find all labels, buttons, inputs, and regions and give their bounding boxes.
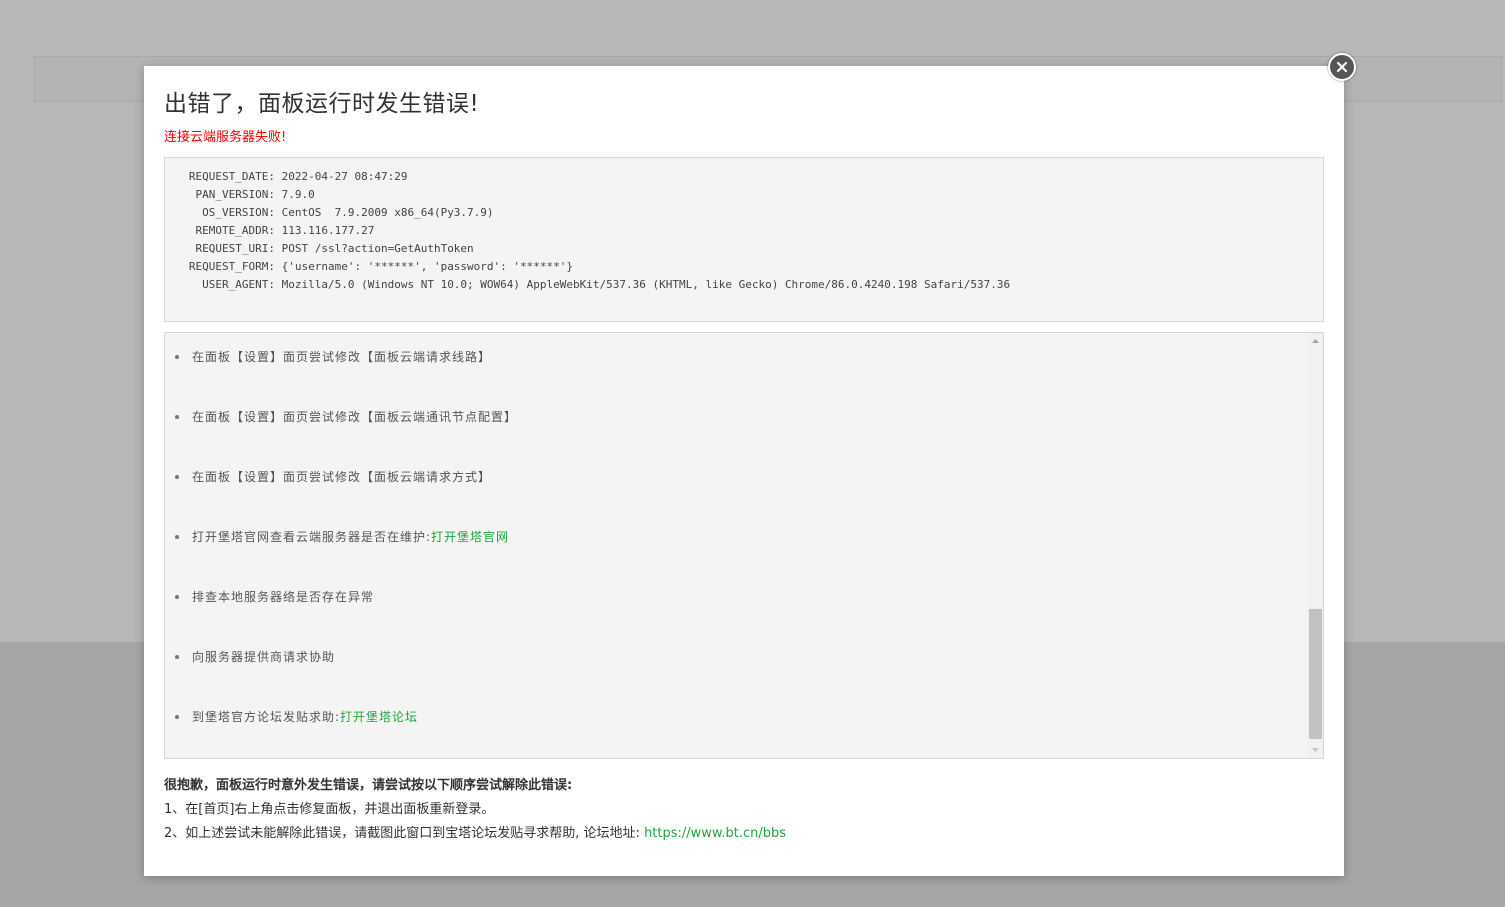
info-key: USER_AGENT: xyxy=(202,278,275,291)
footer-heading: 很抱歉，面板运行时意外发生错误，请尝试按以下顺序尝试解除此错误: xyxy=(164,778,573,793)
info-value: Mozilla/5.0 (Windows NT 10.0; WOW64) App… xyxy=(281,278,1011,291)
bt-website-link[interactable]: 打开堡塔官网 xyxy=(431,530,509,544)
list-item: 在面板【设置】面页尝试修改【面板云端请求方式】 xyxy=(175,467,491,487)
list-item: 排查本地服务器络是否存在异常 xyxy=(175,587,374,607)
info-line-request-uri: REQUEST_URI: POST /ssl?action=GetAuthTok… xyxy=(175,240,1313,258)
info-value: POST /ssl?action=GetAuthToken xyxy=(281,242,474,255)
bullet-icon xyxy=(175,354,179,359)
info-value: CentOS 7.9.2009 x86_64(Py3.7.9) xyxy=(281,206,494,219)
info-key: REQUEST_FORM: xyxy=(188,260,275,273)
footer-step-2: 2、如上述尝试未能解除此错误，请截图此窗口到宝塔论坛发贴寻求帮助, 论坛地址: … xyxy=(164,822,1324,846)
info-line-os-version: OS_VERSION: CentOS 7.9.2009 x86_64(Py3.7… xyxy=(175,204,1313,222)
list-item: 到堡塔官方论坛发贴求助:打开堡塔论坛 xyxy=(175,707,418,727)
info-key: REQUEST_URI: xyxy=(195,242,275,255)
forum-url-link[interactable]: https://www.bt.cn/bbs xyxy=(644,826,786,841)
footer-step-2-text: 2、如上述尝试未能解除此错误，请截图此窗口到宝塔论坛发贴寻求帮助, 论坛地址: xyxy=(164,826,640,841)
info-key: OS_VERSION: xyxy=(202,206,275,219)
info-value: 7.9.0 xyxy=(281,188,315,201)
info-value: 113.116.177.27 xyxy=(281,224,375,237)
info-line-request-form: REQUEST_FORM: {'username': '******', 'pa… xyxy=(175,258,1313,276)
dialog-title: 出错了，面板运行时发生错误! xyxy=(164,91,480,117)
list-item: 在面板【设置】面页尝试修改【面板云端通讯节点配置】 xyxy=(175,407,517,427)
bullet-icon xyxy=(175,414,179,419)
info-line-user-agent: USER_AGENT: Mozilla/5.0 (Windows NT 10.0… xyxy=(175,276,1313,294)
info-line-pan-version: PAN_VERSION: 7.9.0 xyxy=(175,186,1313,204)
info-key: REQUEST_DATE: xyxy=(188,170,275,183)
help-list-box[interactable]: 在面板【设置】面页尝试修改【面板云端请求线路】 在面板【设置】面页尝试修改【面板… xyxy=(164,332,1324,759)
list-item: 在面板【设置】面页尝试修改【面板云端请求线路】 xyxy=(175,347,491,367)
help-text: 在面板【设置】面页尝试修改【面板云端通讯节点配置】 xyxy=(192,410,518,424)
vertical-scrollbar[interactable] xyxy=(1307,333,1323,758)
request-info-box: REQUEST_DATE: 2022-04-27 08:47:29 PAN_VE… xyxy=(164,157,1324,322)
bullet-icon xyxy=(175,714,179,719)
help-text: 排查本地服务器络是否存在异常 xyxy=(192,590,375,604)
bullet-icon xyxy=(175,534,179,539)
info-key: PAN_VERSION: xyxy=(195,188,275,201)
bullet-icon xyxy=(175,654,179,659)
dialog-footer: 很抱歉，面板运行时意外发生错误，请尝试按以下顺序尝试解除此错误: 1、在[首页]… xyxy=(164,774,1324,846)
bt-forum-link[interactable]: 打开堡塔论坛 xyxy=(340,710,418,724)
info-value: 2022-04-27 08:47:29 xyxy=(281,170,408,183)
list-item: 打开堡塔官网查看云端服务器是否在维护:打开堡塔官网 xyxy=(175,527,509,547)
info-value: {'username': '******', 'password': '****… xyxy=(281,260,574,273)
close-icon xyxy=(1336,61,1348,73)
help-text: 在面板【设置】面页尝试修改【面板云端请求方式】 xyxy=(192,470,492,484)
bullet-icon xyxy=(175,474,179,479)
arrow-down-icon[interactable] xyxy=(1307,741,1323,758)
list-item: 向服务器提供商请求协助 xyxy=(175,647,335,667)
close-button[interactable] xyxy=(1328,53,1356,81)
help-text: 到堡塔官方论坛发贴求助: xyxy=(192,710,341,724)
info-line-remote-addr: REMOTE_ADDR: 113.116.177.27 xyxy=(175,222,1313,240)
help-text: 向服务器提供商请求协助 xyxy=(192,650,336,664)
bullet-icon xyxy=(175,594,179,599)
scrollbar-thumb[interactable] xyxy=(1309,609,1322,739)
info-line-request-date: REQUEST_DATE: 2022-04-27 08:47:29 xyxy=(175,168,1313,186)
arrow-up-icon[interactable] xyxy=(1307,333,1323,350)
error-message: 连接云端服务器失败! xyxy=(164,130,287,145)
help-text: 在面板【设置】面页尝试修改【面板云端请求线路】 xyxy=(192,350,492,364)
error-dialog: 出错了，面板运行时发生错误! 连接云端服务器失败! REQUEST_DATE: … xyxy=(144,66,1344,876)
footer-step-1: 1、在[首页]右上角点击修复面板，并退出面板重新登录。 xyxy=(164,802,495,817)
help-text: 打开堡塔官网查看云端服务器是否在维护: xyxy=(192,530,432,544)
info-key: REMOTE_ADDR: xyxy=(195,224,275,237)
